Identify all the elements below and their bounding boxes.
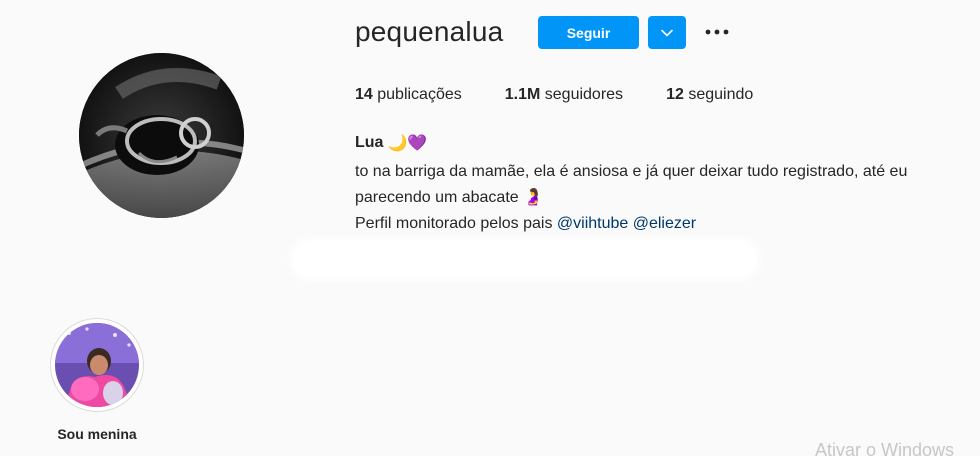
posts-label: publicações	[377, 86, 462, 103]
chevron-down-icon	[661, 29, 673, 36]
followers-stat[interactable]: 1.1M seguidores	[505, 86, 623, 104]
following-stat[interactable]: 12 seguindo	[666, 86, 753, 104]
bio-name: Lua 🌙💜	[355, 133, 427, 153]
bio-line-3: Perfil monitorado pelos pais @viihtube @…	[355, 211, 975, 237]
bio-line-2: parecendo um abacate 🤰	[355, 189, 544, 206]
profile-stats: 14 publicações 1.1M seguidores 12 seguin…	[355, 86, 796, 104]
more-options-button[interactable]	[703, 22, 731, 42]
windows-activation-watermark: Ativar o Windows	[815, 440, 955, 456]
bio-name-text: Lua	[355, 134, 384, 151]
suggested-accounts-button[interactable]	[648, 16, 686, 49]
follow-button[interactable]: Seguir	[538, 16, 639, 49]
posts-count: 14	[355, 86, 373, 103]
highlight-cover-image	[55, 323, 139, 407]
bio-line-1: to na barriga da mamãe, ela é ansiosa e …	[355, 163, 908, 180]
profile-username: pequenalua	[355, 16, 504, 47]
following-label: seguindo	[688, 86, 754, 103]
bio-line-3-prefix: Perfil monitorado pelos pais	[355, 215, 553, 232]
bio-name-emojis: 🌙💜	[387, 135, 428, 152]
ultrasound-image	[79, 53, 244, 218]
followers-label: seguidores	[544, 86, 624, 103]
followers-count: 1.1M	[504, 86, 541, 103]
mention-link-eliezer[interactable]: @eliezer	[633, 215, 696, 232]
highlight-label: Sou menina	[57, 426, 137, 442]
more-options-icon	[705, 29, 729, 35]
story-highlight[interactable]	[50, 318, 144, 412]
redacted-area	[296, 244, 754, 274]
following-count: 12	[666, 86, 684, 103]
profile-avatar[interactable]	[79, 53, 244, 218]
bio-text: to na barriga da mamãe, ela é ansiosa e …	[355, 159, 975, 237]
posts-stat: 14 publicações	[355, 86, 462, 104]
mention-link-viihtube[interactable]: @viihtube	[557, 215, 628, 232]
